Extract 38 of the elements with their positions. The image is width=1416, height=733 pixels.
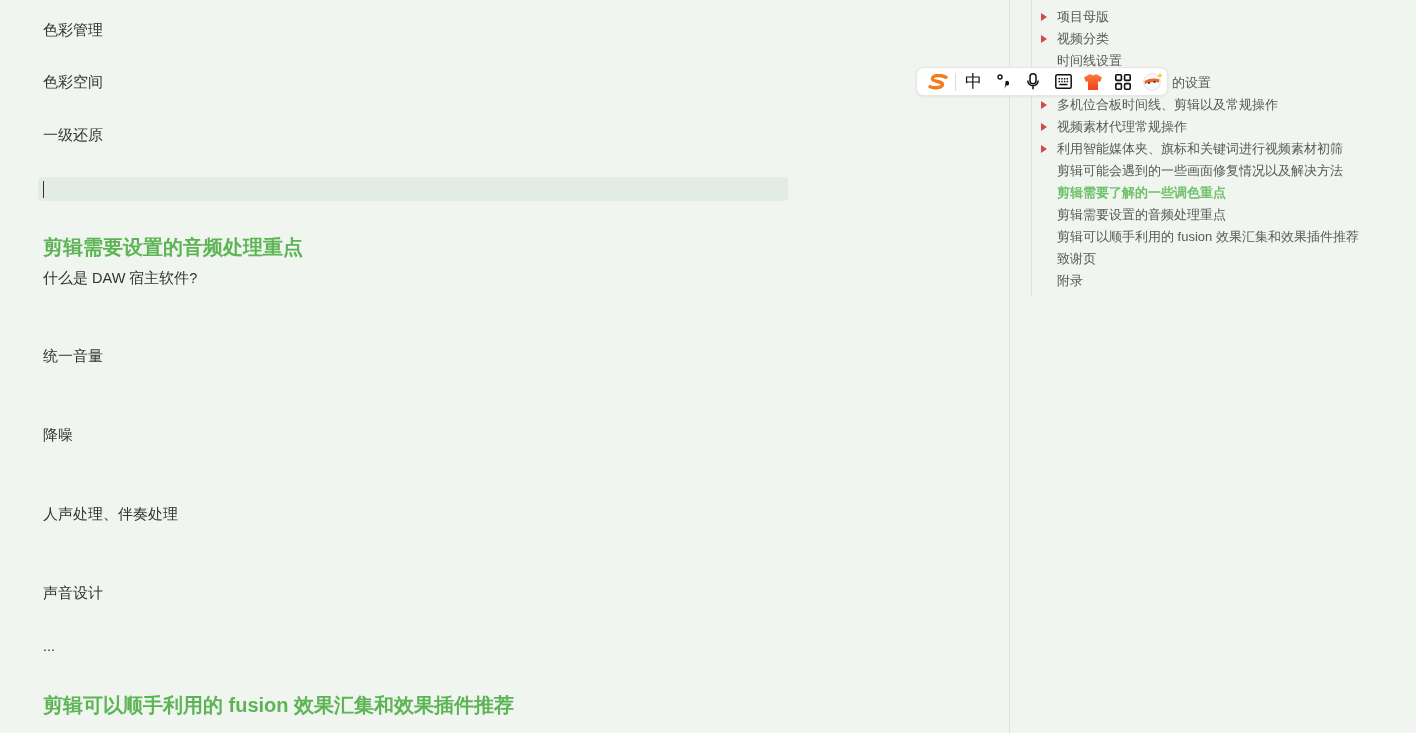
outline-item[interactable]: 视频分类	[1032, 30, 1109, 48]
outline-item[interactable]: 剪辑可以顺手利用的 fusion 效果汇集和效果插件推荐	[1032, 228, 1359, 246]
mascot-icon[interactable]	[1143, 72, 1163, 91]
logo-icon[interactable]	[928, 73, 948, 90]
shirt-icon[interactable]	[1084, 73, 1102, 90]
outline-item[interactable]: 利用智能媒体夹、旗标和关键词进行视频素材初筛	[1032, 140, 1343, 158]
caret-icon[interactable]	[1041, 145, 1047, 153]
outline-item[interactable]: 项目母版	[1032, 8, 1109, 26]
caret-icon[interactable]	[1041, 35, 1047, 43]
microphone-icon[interactable]	[1027, 73, 1039, 90]
grid-icon[interactable]	[1115, 73, 1131, 90]
caret-icon[interactable]	[1041, 13, 1047, 21]
paragraph-text: 色彩管理	[43, 21, 103, 40]
paragraph-text: 统一音量	[43, 347, 103, 366]
paragraph-text: 声音设计	[43, 584, 103, 603]
outline-item[interactable]: 的设置	[1172, 74, 1211, 92]
outline-item[interactable]: 多机位合板时间线、剪辑以及常规操作	[1032, 96, 1278, 114]
outline-item[interactable]: 视频素材代理常规操作	[1032, 118, 1187, 136]
paragraph-text: 降噪	[43, 426, 73, 445]
text-cursor-icon	[43, 180, 44, 198]
paragraph-text: 色彩空间	[43, 73, 103, 92]
punctuation-icon[interactable]	[997, 74, 1009, 89]
outline-item[interactable]: 时间线设置	[1032, 52, 1122, 70]
input-mode-toggle[interactable]: 中	[964, 71, 982, 92]
paragraph-text: 什么是 DAW 宿主软件?	[43, 269, 198, 288]
caret-icon[interactable]	[1041, 123, 1047, 131]
editor-line-field[interactable]	[38, 177, 788, 201]
caret-icon[interactable]	[1041, 101, 1047, 109]
outline-item[interactable]: 剪辑需要设置的音频处理重点	[1032, 206, 1226, 224]
paragraph-text: 人声处理、伴奏处理	[43, 505, 178, 524]
paragraph-text: 一级还原	[43, 126, 103, 145]
paragraph-text: ...	[43, 637, 56, 656]
outline-item[interactable]: 致谢页	[1032, 250, 1096, 268]
section-heading: 剪辑可以顺手利用的 fusion 效果汇集和效果插件推荐	[43, 693, 515, 718]
outline-item[interactable]: 附录	[1032, 272, 1083, 290]
keyboard-icon[interactable]	[1054, 74, 1072, 89]
section-heading: 剪辑需要设置的音频处理重点	[43, 235, 303, 260]
outline-item[interactable]: 剪辑可能会遇到的一些画面修复情况以及解决方法	[1032, 162, 1343, 180]
